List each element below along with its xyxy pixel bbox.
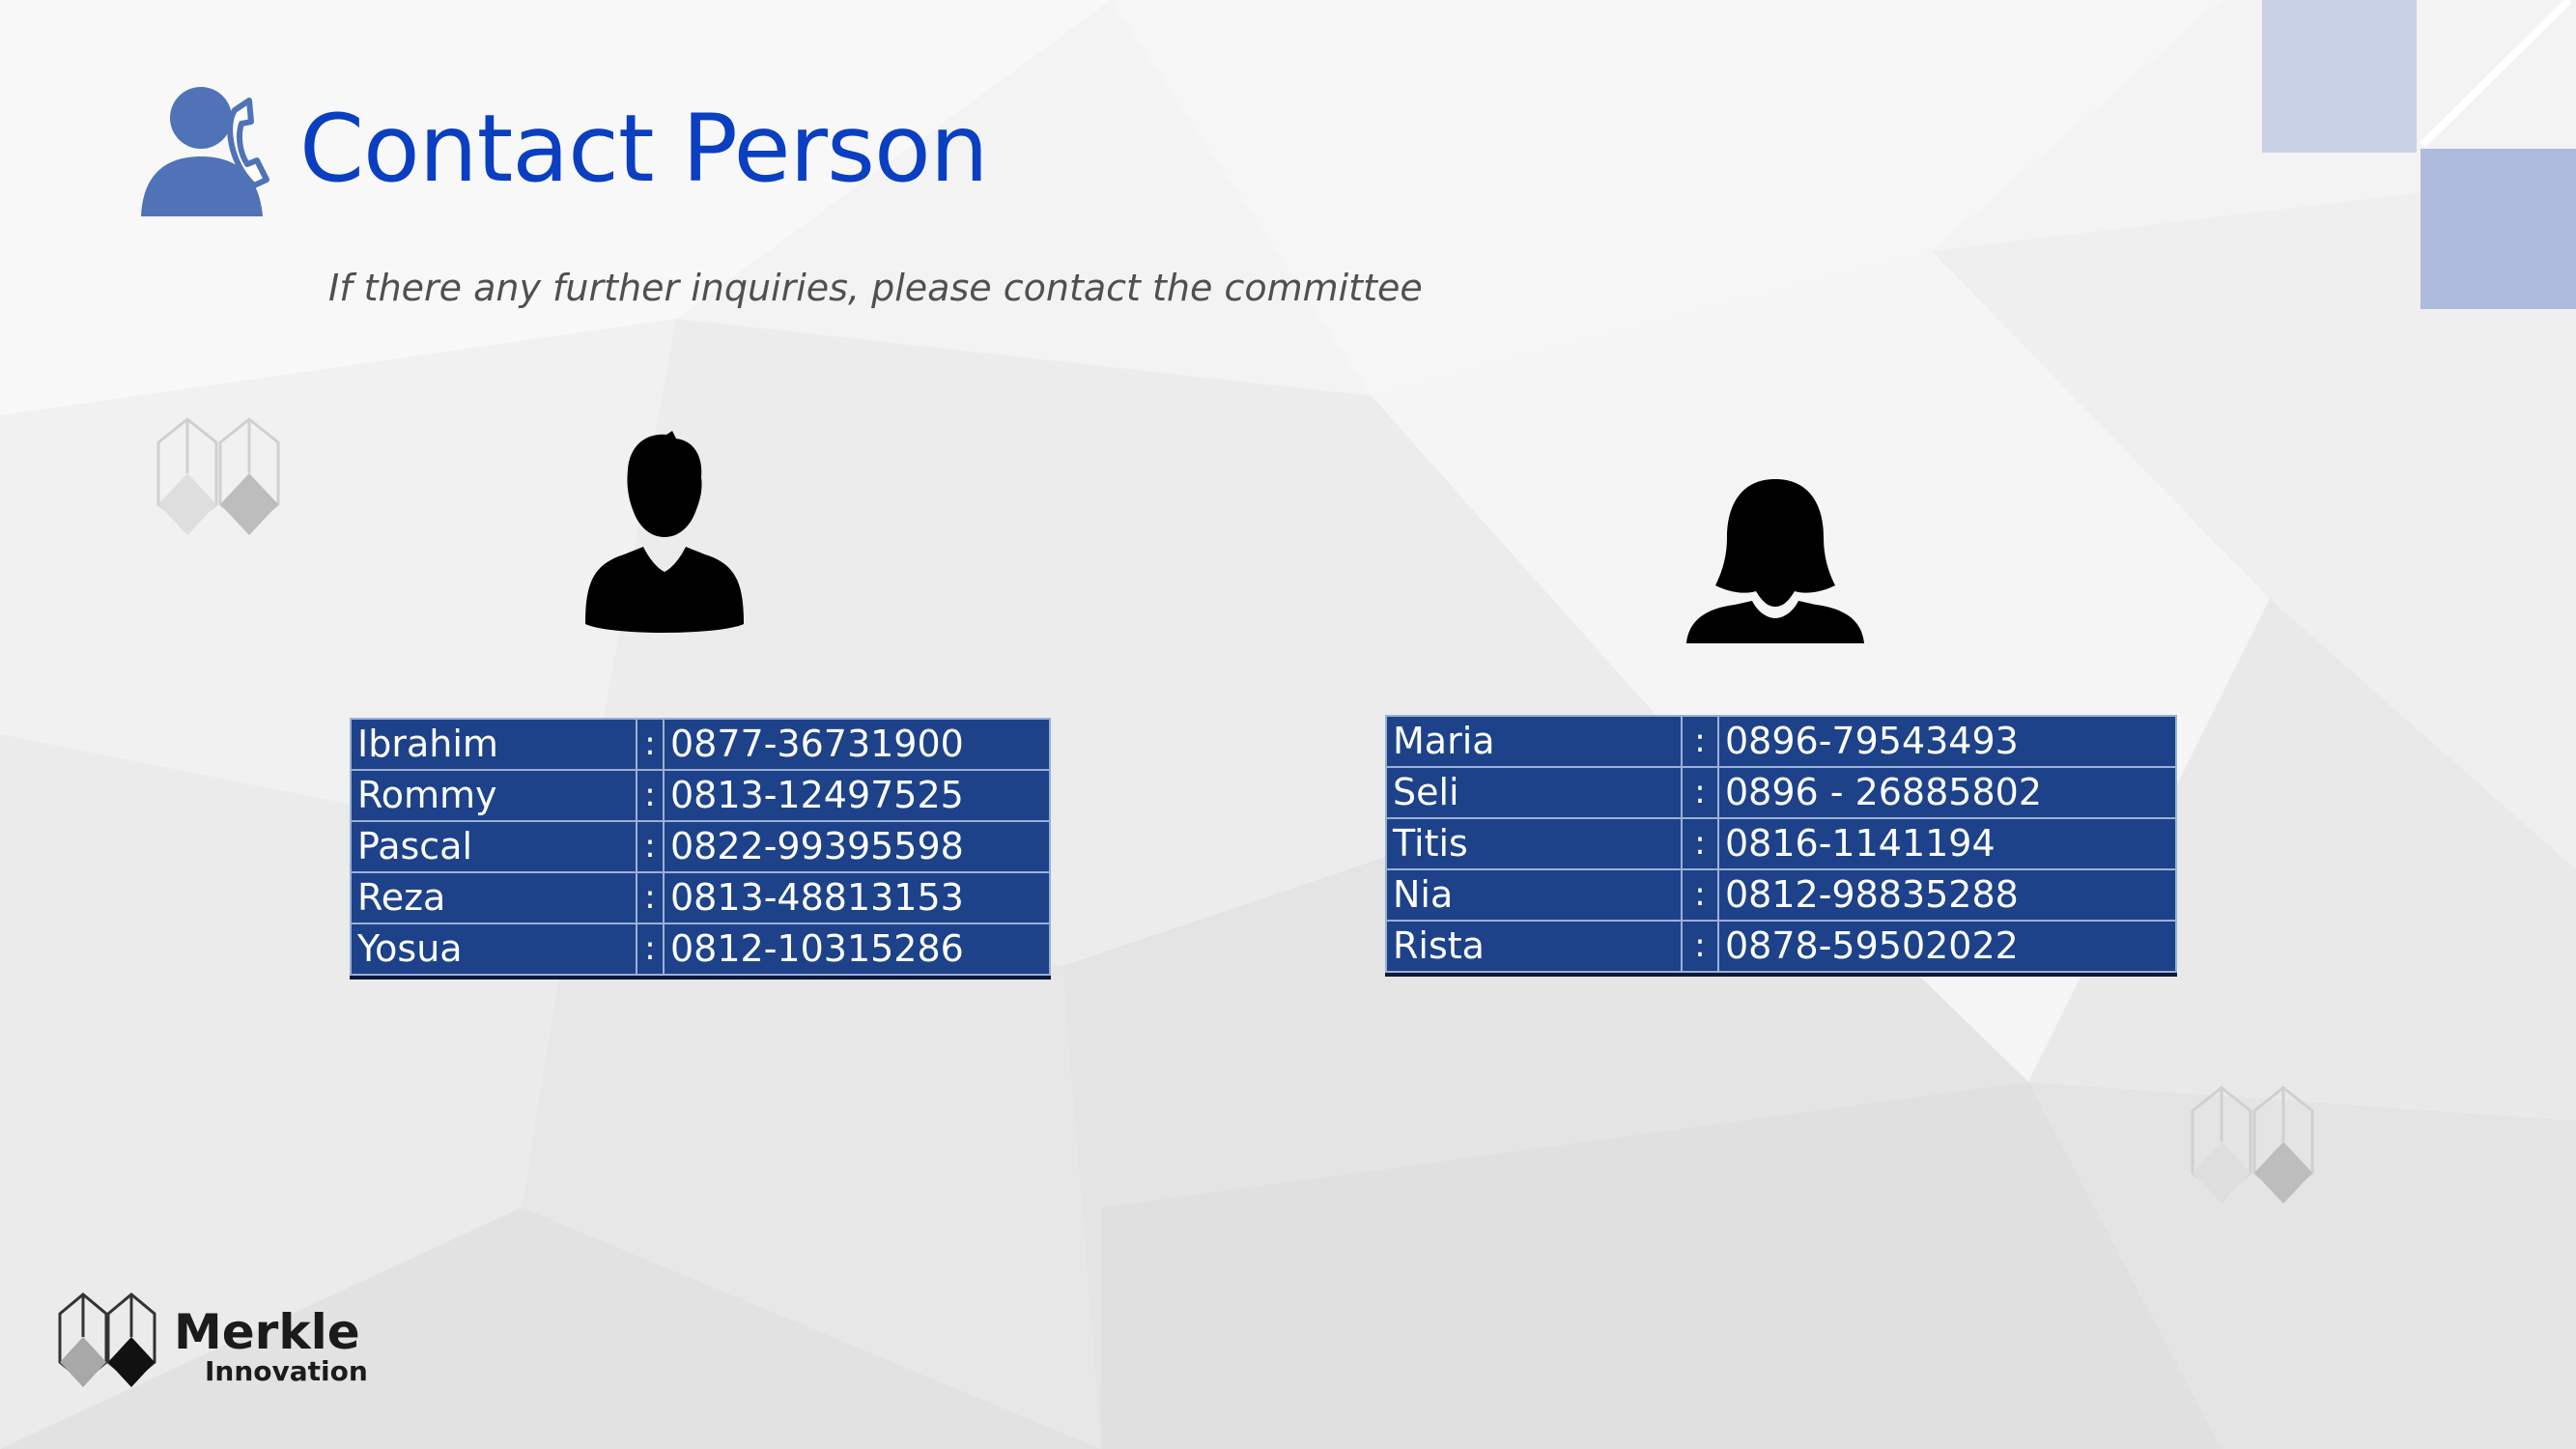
hex-decoration-right (2191, 1086, 2314, 1204)
table-row: Maria : 0896-79543493 (1385, 715, 2177, 768)
contact-name: Nia (1385, 868, 1683, 922)
female-contacts-table: Maria : 0896-79543493 Seli : 0896 - 2688… (1385, 715, 2177, 973)
contact-name: Reza (350, 871, 637, 924)
table-row: Rommy : 0813-12497525 (350, 769, 1051, 822)
separator: : (636, 871, 665, 924)
separator: : (1681, 766, 1719, 819)
contact-phone: 0896 - 26885802 (1717, 766, 2177, 819)
contact-phone: 0822-99395598 (663, 820, 1051, 873)
separator: : (636, 923, 665, 976)
contact-phone: 0812-10315286 (663, 923, 1051, 976)
table-row: Rista : 0878-59502022 (1385, 920, 2177, 973)
contact-name: Seli (1385, 766, 1683, 819)
separator: : (1681, 920, 1719, 973)
contact-phone: 0812-98835288 (1717, 868, 2177, 922)
table-row: Titis : 0816-1141194 (1385, 817, 2177, 870)
contact-name: Rista (1385, 920, 1683, 973)
phone-contact-icon (141, 87, 269, 216)
separator: : (636, 718, 665, 771)
separator: : (1681, 715, 1719, 768)
hex-decoration-left (156, 417, 280, 535)
table-row: Ibrahim : 0877-36731900 (350, 718, 1051, 771)
merkle-logo-icon (58, 1293, 156, 1387)
brand-subtitle: Innovation (205, 1355, 368, 1387)
male-silhouette-icon (585, 431, 744, 633)
male-contacts-table: Ibrahim : 0877-36731900 Rommy : 0813-124… (350, 718, 1051, 976)
table-row: Reza : 0813-48813153 (350, 871, 1051, 924)
page-subtitle: If there any further inquiries, please c… (328, 267, 1423, 309)
contact-phone: 0896-79543493 (1717, 715, 2177, 768)
contact-name: Rommy (350, 769, 637, 822)
table-row: Yosua : 0812-10315286 (350, 923, 1051, 976)
contact-name: Maria (1385, 715, 1683, 768)
contact-name: Pascal (350, 820, 637, 873)
table-row: Seli : 0896 - 26885802 (1385, 766, 2177, 819)
brand-wordmark: Merkle Innovation (174, 1307, 368, 1386)
separator: : (636, 769, 665, 822)
table-row: Nia : 0812-98835288 (1385, 868, 2177, 922)
contact-phone: 0816-1141194 (1717, 817, 2177, 870)
separator: : (1681, 817, 1719, 870)
contact-name: Yosua (350, 923, 637, 976)
contact-phone: 0813-48813153 (663, 871, 1051, 924)
contact-name: Ibrahim (350, 718, 637, 771)
table-row: Pascal : 0822-99395598 (350, 820, 1051, 873)
separator: : (1681, 868, 1719, 922)
contact-name: Titis (1385, 817, 1683, 870)
contact-phone: 0813-12497525 (663, 769, 1051, 822)
contact-phone: 0878-59502022 (1717, 920, 2177, 973)
page-title: Contact Person (299, 95, 989, 203)
separator: : (636, 820, 665, 873)
corner-decoration (2262, 0, 2576, 309)
female-silhouette-icon (1686, 479, 1864, 643)
contact-phone: 0877-36731900 (663, 718, 1051, 771)
brand-name: Merkle (174, 1304, 360, 1360)
